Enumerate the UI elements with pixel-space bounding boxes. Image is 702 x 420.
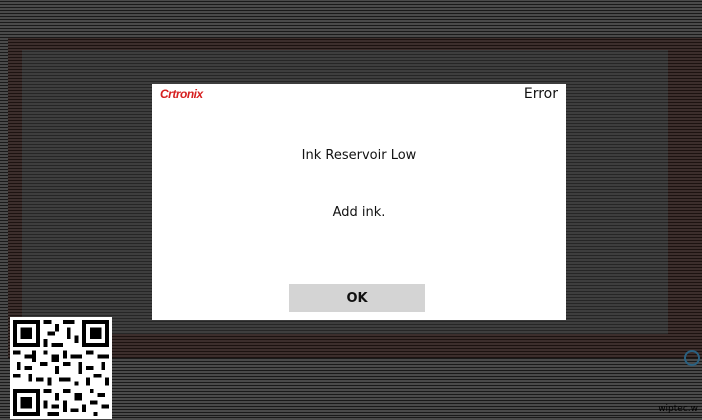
error-instruction: Add ink. (332, 205, 386, 220)
status-ring-icon (684, 350, 700, 366)
error-dialog: Crtronix Error Ink Reservoir Low Add ink… (152, 84, 566, 320)
brand-logo: Crtronix (160, 87, 203, 101)
qr-code-icon (10, 317, 112, 419)
dialog-header: Crtronix Error (152, 84, 566, 106)
error-message: Ink Reservoir Low (301, 148, 417, 163)
ok-button[interactable]: OK (289, 284, 425, 312)
corner-label: wiptec.w (658, 404, 698, 414)
dialog-title: Error (523, 86, 558, 102)
